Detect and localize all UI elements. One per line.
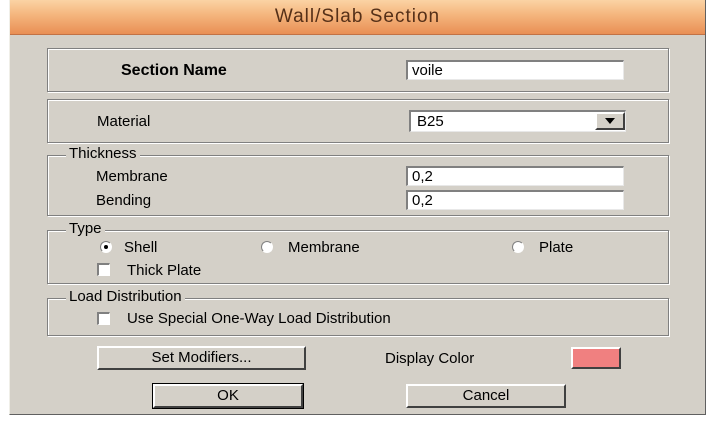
window-title: Wall/Slab Section [274, 6, 441, 27]
shell-radio[interactable] [100, 241, 112, 253]
load-distribution-legend: Load Distribution [66, 288, 185, 305]
material-dropdown-button[interactable] [595, 112, 625, 130]
cancel-button[interactable]: Cancel [406, 384, 566, 408]
thick-plate-label[interactable]: Thick Plate [127, 262, 201, 279]
section-name-label: Section Name [121, 62, 227, 79]
title-bar[interactable]: Wall/Slab Section [10, 0, 705, 35]
set-modifiers-button[interactable]: Set Modifiers... [97, 346, 306, 370]
thickness-legend: Thickness [66, 145, 140, 162]
shell-radio-label[interactable]: Shell [124, 239, 157, 256]
type-legend: Type [66, 220, 105, 237]
material-selected-value: B25 [417, 113, 444, 130]
one-way-load-label[interactable]: Use Special One-Way Load Distribution [127, 310, 391, 327]
membrane-thickness-input[interactable]: 0,2 [406, 166, 624, 186]
membrane-radio[interactable] [261, 241, 273, 253]
membrane-label: Membrane [96, 168, 168, 185]
one-way-load-checkbox[interactable] [97, 312, 110, 325]
bending-thickness-input[interactable]: 0,2 [406, 190, 624, 210]
thick-plate-checkbox[interactable] [97, 263, 110, 276]
plate-radio-label[interactable]: Plate [539, 239, 573, 256]
material-select[interactable]: B25 [409, 110, 626, 132]
membrane-radio-label[interactable]: Membrane [288, 239, 360, 256]
material-label: Material [97, 113, 151, 130]
display-color-swatch[interactable] [571, 347, 621, 369]
bending-label: Bending [96, 192, 152, 209]
wall-slab-section-dialog: Wall/Slab Section Section Name voile Mat… [9, 0, 706, 415]
plate-radio[interactable] [512, 241, 524, 253]
chevron-down-icon [605, 118, 615, 125]
display-color-label: Display Color [385, 350, 475, 367]
section-name-input[interactable]: voile [406, 60, 624, 80]
radio-selected-dot [104, 245, 108, 249]
ok-button[interactable]: OK [152, 383, 304, 409]
